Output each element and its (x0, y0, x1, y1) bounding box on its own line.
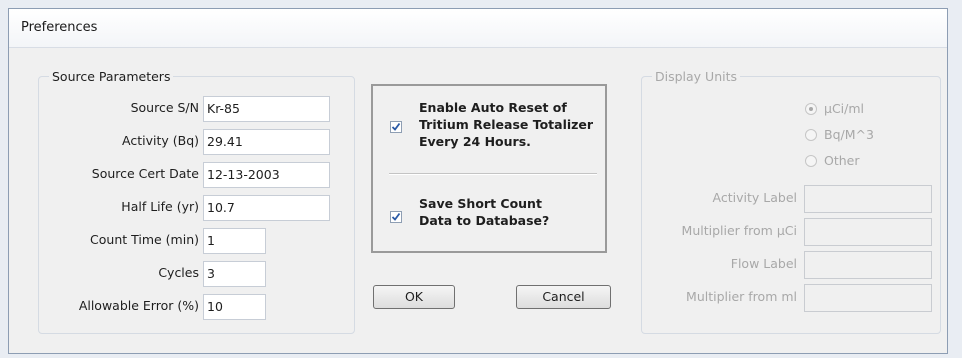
checkmark-icon (391, 122, 401, 131)
ok-button[interactable]: OK (373, 285, 455, 309)
activity-label-field[interactable] (804, 185, 932, 213)
auto-reset-line-2: Tritium Release Totalizer (419, 117, 594, 132)
flow-label-label: Flow Label (730, 256, 797, 271)
cycles-field[interactable]: 3 (203, 261, 266, 287)
save-short-count-line-1: Save Short Count (419, 196, 542, 211)
half-life-label: Half Life (yr) (121, 199, 199, 214)
radio-selected-dot (809, 107, 813, 111)
window-title: Preferences (21, 20, 98, 35)
multiplier-from-uci-label: Multiplier from µCi (681, 223, 797, 238)
options-panel: Enable Auto Reset of Tritium Release Tot… (371, 84, 607, 253)
title-bar[interactable]: Preferences (9, 9, 947, 48)
auto-reset-line-3: Every 24 Hours. (419, 134, 531, 149)
checkmark-icon (391, 212, 401, 221)
source-cert-date-label: Source Cert Date (91, 166, 199, 181)
multiplier-from-ml-label: Multiplier from ml (686, 289, 797, 304)
source-sn-field[interactable]: Kr-85 (203, 96, 330, 122)
source-parameters-legend: Source Parameters (49, 69, 174, 84)
activity-label: Activity (Bq) (122, 133, 199, 148)
cycles-label: Cycles (158, 265, 199, 280)
radio-other[interactable] (805, 155, 817, 167)
display-units-legend: Display Units (652, 69, 741, 84)
flow-label-field[interactable] (804, 251, 932, 279)
save-short-count-checkbox[interactable] (390, 211, 402, 223)
radio-uci-ml-label: µCi/ml (824, 101, 865, 116)
allowable-error-field[interactable]: 10 (203, 294, 266, 320)
count-time-field[interactable]: 1 (203, 228, 266, 254)
half-life-field[interactable]: 10.7 (203, 195, 330, 221)
auto-reset-line-1: Enable Auto Reset of (419, 100, 567, 115)
preferences-window: Preferences Source Parameters Source S/N… (8, 8, 948, 354)
multiplier-from-ml-field[interactable] (804, 284, 932, 312)
source-parameters-group: Source Parameters Source S/N Kr-85 Activ… (38, 69, 355, 334)
radio-bq-m3[interactable] (805, 129, 817, 141)
radio-other-label: Other (824, 153, 860, 168)
cancel-button[interactable]: Cancel (516, 285, 611, 309)
source-sn-label: Source S/N (130, 100, 199, 115)
activity-field[interactable]: 29.41 (203, 129, 330, 155)
radio-bq-m3-label: Bq/M^3 (824, 127, 874, 142)
activity-label-label: Activity Label (712, 190, 797, 205)
save-short-count-line-2: Data to Database? (419, 213, 550, 228)
auto-reset-checkbox[interactable] (390, 121, 402, 133)
multiplier-from-uci-field[interactable] (804, 218, 932, 246)
allowable-error-label: Allowable Error (%) (78, 298, 199, 313)
count-time-label: Count Time (min) (90, 232, 199, 247)
options-divider (389, 173, 597, 175)
display-units-group: Display Units µCi/ml Bq/M^3 Other Activi… (641, 69, 941, 334)
radio-uci-ml[interactable] (805, 103, 817, 115)
source-cert-date-field[interactable]: 12-13-2003 (203, 162, 330, 188)
